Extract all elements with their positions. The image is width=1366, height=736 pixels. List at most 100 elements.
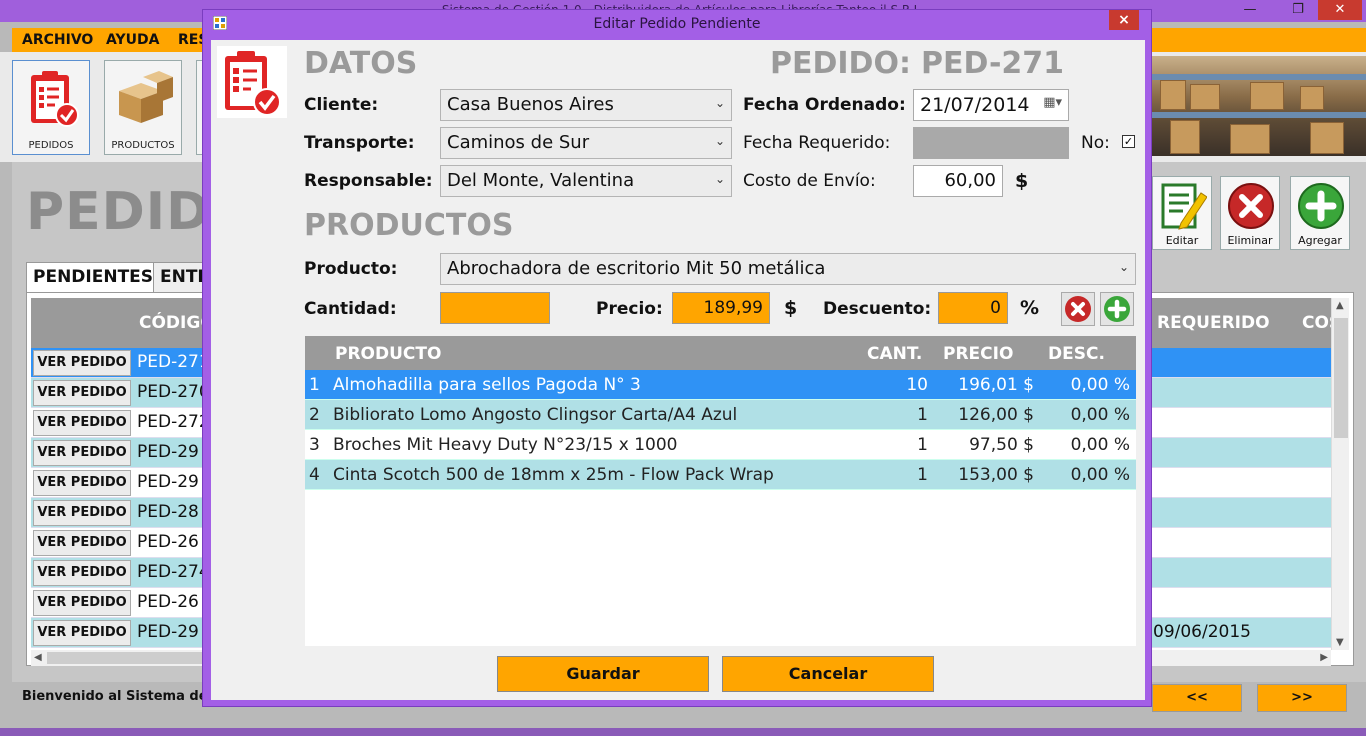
scroll-up-icon[interactable]: ▲ bbox=[1336, 300, 1344, 311]
vertical-scroll-thumb[interactable] bbox=[1334, 318, 1348, 438]
descuento-input[interactable]: 0 bbox=[938, 292, 1008, 324]
calendar-icon[interactable]: ▦▾ bbox=[1043, 95, 1062, 110]
ver-pedido-button[interactable]: VER PEDIDO bbox=[33, 590, 131, 616]
row-price: 126,00 $ bbox=[958, 405, 1034, 425]
datos-title: DATOS bbox=[304, 46, 418, 81]
edit-button[interactable]: Editar bbox=[1152, 176, 1212, 250]
chevron-down-icon: ⌄ bbox=[714, 172, 725, 186]
fecha-requerido-picker-disabled bbox=[913, 127, 1069, 159]
prev-page-button[interactable]: << bbox=[1152, 684, 1242, 712]
scroll-down-icon[interactable]: ▼ bbox=[1336, 637, 1344, 648]
dialog-close-icon[interactable]: × bbox=[1109, 10, 1139, 30]
warehouse-banner-image bbox=[1150, 56, 1366, 156]
delete-button-label: Eliminar bbox=[1227, 234, 1273, 247]
producto-select[interactable]: Abrochadora de escritorio Mit 50 metálic… bbox=[440, 253, 1136, 285]
currency-symbol: $ bbox=[784, 297, 798, 319]
add-icon bbox=[1104, 296, 1130, 322]
ver-pedido-button[interactable]: VER PEDIDO bbox=[33, 350, 131, 376]
header-requerido: REQUERIDO bbox=[1157, 313, 1270, 333]
menu-archivo[interactable]: ARCHIVO bbox=[22, 32, 93, 48]
cantidad-input[interactable] bbox=[440, 292, 550, 324]
header-desc: DESC. bbox=[1048, 344, 1105, 364]
table-row[interactable]: 1 Almohadilla para sellos Pagoda N° 3 10… bbox=[305, 370, 1136, 400]
productos-grid-header: PRODUCTO CANT. PRECIO DESC. bbox=[305, 336, 1136, 370]
row-qty: 1 bbox=[917, 435, 928, 455]
header-cant: CANT. bbox=[867, 344, 923, 364]
cantidad-label: Cantidad: bbox=[304, 299, 397, 319]
cliente-select[interactable]: Casa Buenos Aires ⌄ bbox=[440, 89, 732, 121]
minimize-icon[interactable]: — bbox=[1234, 0, 1266, 20]
ver-pedido-button[interactable]: VER PEDIDO bbox=[33, 620, 131, 646]
delete-button[interactable]: Eliminar bbox=[1220, 176, 1280, 250]
toolbar-productos-button[interactable]: PRODUCTOS bbox=[104, 60, 182, 155]
ver-pedido-button[interactable]: VER PEDIDO bbox=[33, 560, 131, 586]
no-date-checkbox[interactable]: ✓ bbox=[1122, 135, 1135, 148]
costo-envio-input[interactable]: 60,00 bbox=[913, 165, 1003, 197]
scroll-left-icon[interactable]: ◀ bbox=[34, 652, 42, 663]
responsable-value: Del Monte, Valentina bbox=[447, 170, 635, 191]
table-row[interactable]: 4 Cinta Scotch 500 de 18mm x 25m - Flow … bbox=[305, 460, 1136, 490]
table-row[interactable]: 3 Broches Mit Heavy Duty N°23/15 x 1000 … bbox=[305, 430, 1136, 460]
row-price: 153,00 $ bbox=[958, 465, 1034, 485]
row-product-name: Bibliorato Lomo Angosto Clingsor Carta/A… bbox=[333, 405, 738, 425]
responsable-select[interactable]: Del Monte, Valentina ⌄ bbox=[440, 165, 732, 197]
maximize-icon[interactable]: ❐ bbox=[1282, 0, 1314, 20]
boxes-icon bbox=[119, 71, 173, 123]
main-close-icon[interactable]: ✕ bbox=[1318, 0, 1362, 20]
ver-pedido-button[interactable]: VER PEDIDO bbox=[33, 410, 131, 436]
row-product-name: Almohadilla para sellos Pagoda N° 3 bbox=[333, 375, 641, 395]
row-number: 1 bbox=[309, 375, 320, 395]
producto-value: Abrochadora de escritorio Mit 50 metálic… bbox=[447, 258, 826, 279]
next-page-button[interactable]: >> bbox=[1257, 684, 1347, 712]
row-code: PED-271 bbox=[137, 352, 210, 372]
dialog-title: Editar Pedido Pendiente bbox=[593, 16, 761, 32]
add-icon bbox=[1298, 183, 1344, 229]
toolbar-pedidos-label: PEDIDOS bbox=[28, 140, 74, 151]
ver-pedido-button[interactable]: VER PEDIDO bbox=[33, 470, 131, 496]
fecha-ordenado-picker[interactable]: 21/07/2014 ▦▾ bbox=[913, 89, 1069, 121]
transporte-select[interactable]: Caminos de Sur ⌄ bbox=[440, 127, 732, 159]
row-number: 4 bbox=[309, 465, 320, 485]
header-precio: PRECIO bbox=[943, 344, 1014, 364]
productos-title: PRODUCTOS bbox=[304, 208, 514, 243]
productos-grid: PRODUCTO CANT. PRECIO DESC. 1 Almohadill… bbox=[305, 336, 1136, 646]
row-discount: 0,00 % bbox=[1070, 465, 1130, 485]
menu-ayuda[interactable]: AYUDA bbox=[106, 32, 159, 48]
vertical-scrollbar[interactable]: ▲ ▼ bbox=[1331, 298, 1349, 650]
row-number: 3 bbox=[309, 435, 320, 455]
row-product-name: Cinta Scotch 500 de 18mm x 25m - Flow Pa… bbox=[333, 465, 774, 485]
fecha-ordenado-label: Fecha Ordenado: bbox=[743, 95, 906, 115]
precio-input[interactable]: 189,99 bbox=[672, 292, 770, 324]
ver-pedido-button[interactable]: VER PEDIDO bbox=[33, 380, 131, 406]
chevron-down-icon: ⌄ bbox=[1118, 260, 1129, 274]
delete-icon bbox=[1065, 296, 1091, 322]
transporte-value: Caminos de Sur bbox=[447, 132, 590, 153]
cliente-value: Casa Buenos Aires bbox=[447, 94, 614, 115]
row-discount: 0,00 % bbox=[1070, 435, 1130, 455]
scroll-right-icon[interactable]: ▶ bbox=[1320, 652, 1328, 663]
precio-label: Precio: bbox=[596, 299, 663, 319]
delete-icon bbox=[1228, 183, 1274, 229]
toolbar-pedidos-button[interactable]: PEDIDOS bbox=[12, 60, 90, 155]
clipboard-check-icon bbox=[31, 71, 79, 127]
ver-pedido-button[interactable]: VER PEDIDO bbox=[33, 530, 131, 556]
add-button[interactable]: Agregar bbox=[1290, 176, 1350, 250]
clipboard-check-icon bbox=[217, 46, 287, 118]
producto-label: Producto: bbox=[304, 259, 398, 279]
ver-pedido-button[interactable]: VER PEDIDO bbox=[33, 500, 131, 526]
row-price: 196,01 $ bbox=[958, 375, 1034, 395]
cancelar-button[interactable]: Cancelar bbox=[722, 656, 934, 692]
add-product-button[interactable] bbox=[1100, 292, 1134, 326]
ver-pedido-button[interactable]: VER PEDIDO bbox=[33, 440, 131, 466]
header-producto: PRODUCTO bbox=[335, 344, 442, 364]
welcome-status-text: Bienvenido al Sistema de G bbox=[22, 689, 223, 704]
tab-pendientes[interactable]: PENDIENTES bbox=[26, 262, 161, 292]
edit-button-label: Editar bbox=[1165, 234, 1199, 247]
row-discount: 0,00 % bbox=[1070, 405, 1130, 425]
row-code: PED-28 bbox=[137, 502, 199, 522]
table-row[interactable]: 2 Bibliorato Lomo Angosto Clingsor Carta… bbox=[305, 400, 1136, 430]
row-date-requerido: 09/06/2015 bbox=[1153, 622, 1251, 642]
remove-product-button[interactable] bbox=[1061, 292, 1095, 326]
row-qty: 1 bbox=[917, 465, 928, 485]
guardar-button[interactable]: Guardar bbox=[497, 656, 709, 692]
